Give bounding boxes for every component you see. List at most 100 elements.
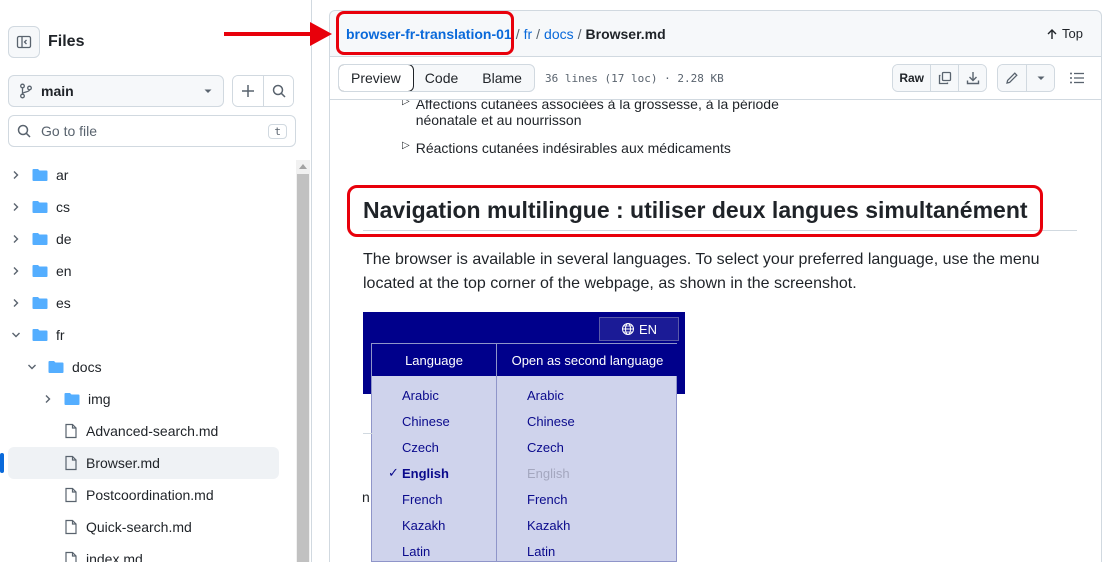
file-tree-sidebar: Files main Go to file t ar cs de en es fr docs… bbox=[0, 0, 312, 562]
branch-icon bbox=[20, 83, 32, 99]
tree-folder-ar[interactable]: ar bbox=[0, 159, 296, 191]
language-option-label: French bbox=[402, 491, 443, 507]
search-icon bbox=[17, 124, 31, 138]
disclosure-triangle-icon: ▷ bbox=[402, 100, 410, 107]
sidebar-scrollbar[interactable] bbox=[296, 160, 310, 562]
chevron-right-icon[interactable] bbox=[8, 266, 24, 276]
second-language-option-czech: Czech bbox=[497, 434, 678, 460]
folder-icon bbox=[32, 264, 48, 278]
tree-item-label: cs bbox=[56, 199, 70, 215]
details-summary[interactable]: ▷ Affections cutanées associées à la gro… bbox=[402, 100, 782, 128]
annotation-box-heading bbox=[347, 185, 1043, 237]
tree-folder-docs[interactable]: docs bbox=[0, 351, 296, 383]
tree-folder-cs[interactable]: cs bbox=[0, 191, 296, 223]
annotation-box-repo bbox=[336, 11, 514, 55]
folder-icon bbox=[32, 296, 48, 310]
language-option-label: Chinese bbox=[402, 413, 450, 429]
sidebar-actions bbox=[232, 75, 294, 107]
folder-icon bbox=[32, 200, 48, 214]
collapse-sidebar-button[interactable] bbox=[8, 26, 40, 58]
caret-down-icon bbox=[1037, 76, 1044, 80]
language-option-label: English bbox=[527, 465, 570, 481]
plus-icon bbox=[242, 85, 254, 97]
details-summary[interactable]: ▷ Réactions cutanées indésirables aux mé… bbox=[402, 140, 782, 156]
edit-group bbox=[997, 64, 1055, 92]
search-button[interactable] bbox=[263, 76, 293, 106]
checkmark-icon: ✓ bbox=[388, 465, 399, 480]
tree-item-label: ar bbox=[56, 167, 69, 183]
branch-selector[interactable]: main bbox=[8, 75, 224, 107]
disclosure-triangle-icon: ▷ bbox=[402, 140, 410, 151]
chevron-right-icon[interactable] bbox=[8, 234, 24, 244]
language-option-french: French bbox=[372, 486, 496, 512]
language-option-chinese: Chinese bbox=[372, 408, 496, 434]
top-button[interactable]: Top bbox=[1046, 26, 1083, 41]
tree-folder-es[interactable]: es bbox=[0, 287, 296, 319]
tree-file-quick-search-md[interactable]: Quick-search.md bbox=[0, 511, 296, 543]
tree-folder-en[interactable]: en bbox=[0, 255, 296, 287]
second-language-option-kazakh: Kazakh bbox=[497, 512, 678, 538]
arrow-up-icon bbox=[1047, 28, 1057, 39]
chevron-right-icon[interactable] bbox=[8, 298, 24, 308]
copy-button[interactable] bbox=[930, 65, 958, 91]
scroll-up-arrow[interactable] bbox=[299, 164, 307, 169]
tree-folder-img[interactable]: img bbox=[0, 383, 296, 415]
edit-button[interactable] bbox=[998, 65, 1026, 91]
chevron-down-icon[interactable] bbox=[24, 362, 40, 372]
file-actions: Raw bbox=[892, 64, 1091, 92]
tab-code[interactable]: Code bbox=[413, 65, 470, 91]
breadcrumb-fr-link[interactable]: fr bbox=[524, 26, 533, 42]
tree-folder-de[interactable]: de bbox=[0, 223, 296, 255]
breadcrumb-separator: / bbox=[515, 25, 520, 42]
language-option-label: Czech bbox=[402, 439, 439, 455]
folder-icon bbox=[48, 360, 64, 374]
file-icon bbox=[64, 455, 78, 471]
chevron-down-icon[interactable] bbox=[8, 330, 24, 340]
tree-item-label: index.md bbox=[86, 551, 143, 562]
copy-icon bbox=[938, 71, 951, 85]
second-language-column-header: Open as second language bbox=[511, 352, 664, 368]
file-tree: ar cs de en es fr docs img Advanced-search.md Bro… bbox=[0, 159, 296, 562]
tab-preview[interactable]: Preview bbox=[338, 65, 414, 91]
go-to-file-input[interactable]: Go to file t bbox=[8, 115, 296, 147]
file-view: browser-fr-translation-01 / fr / docs / … bbox=[329, 10, 1114, 562]
language-option-label: Arabic bbox=[527, 387, 564, 403]
breadcrumb-docs-link[interactable]: docs bbox=[544, 26, 574, 42]
tree-item-label: Postcoordination.md bbox=[86, 487, 214, 503]
second-language-option-arabic: Arabic bbox=[497, 382, 678, 408]
download-button[interactable] bbox=[958, 65, 986, 91]
raw-button[interactable]: Raw bbox=[893, 65, 930, 91]
annotation-arrowhead bbox=[310, 22, 332, 46]
sidebar-collapse-icon bbox=[16, 35, 32, 49]
tree-file-postcoordination-md[interactable]: Postcoordination.md bbox=[0, 479, 296, 511]
globe-icon bbox=[621, 323, 634, 335]
tree-file-advanced-search-md[interactable]: Advanced-search.md bbox=[0, 415, 296, 447]
chevron-right-icon[interactable] bbox=[8, 170, 24, 180]
branch-name: main bbox=[41, 83, 74, 99]
folder-icon bbox=[32, 168, 48, 182]
tab-blame[interactable]: Blame bbox=[470, 65, 534, 91]
tree-item-label: Browser.md bbox=[86, 455, 160, 471]
chevron-right-icon[interactable] bbox=[8, 202, 24, 212]
selected-indicator bbox=[0, 453, 4, 473]
outline-button[interactable] bbox=[1063, 64, 1091, 92]
language-option-arabic: Arabic bbox=[372, 382, 496, 408]
add-file-button[interactable] bbox=[233, 76, 263, 106]
tree-file-index-md[interactable]: index.md bbox=[0, 543, 296, 562]
top-label: Top bbox=[1062, 26, 1083, 41]
tree-folder-fr[interactable]: fr bbox=[0, 319, 296, 351]
language-button: EN bbox=[599, 317, 679, 341]
language-option-label: French bbox=[527, 491, 568, 507]
scrollbar-thumb[interactable] bbox=[297, 174, 309, 562]
breadcrumb-current-file: Browser.md bbox=[585, 25, 666, 42]
language-option-label: Kazakh bbox=[527, 517, 571, 533]
edit-dropdown-button[interactable] bbox=[1026, 65, 1054, 91]
caret-down-icon bbox=[204, 89, 212, 93]
tree-item-label: de bbox=[56, 231, 72, 247]
paragraph: The browser is available in several lang… bbox=[363, 251, 1040, 292]
details-summary-text: Affections cutanées associées à la gross… bbox=[415, 100, 779, 128]
tree-file-browser-md[interactable]: Browser.md bbox=[0, 447, 279, 479]
file-icon bbox=[64, 551, 78, 562]
chevron-right-icon[interactable] bbox=[40, 394, 56, 404]
branch-row: main bbox=[8, 75, 294, 107]
